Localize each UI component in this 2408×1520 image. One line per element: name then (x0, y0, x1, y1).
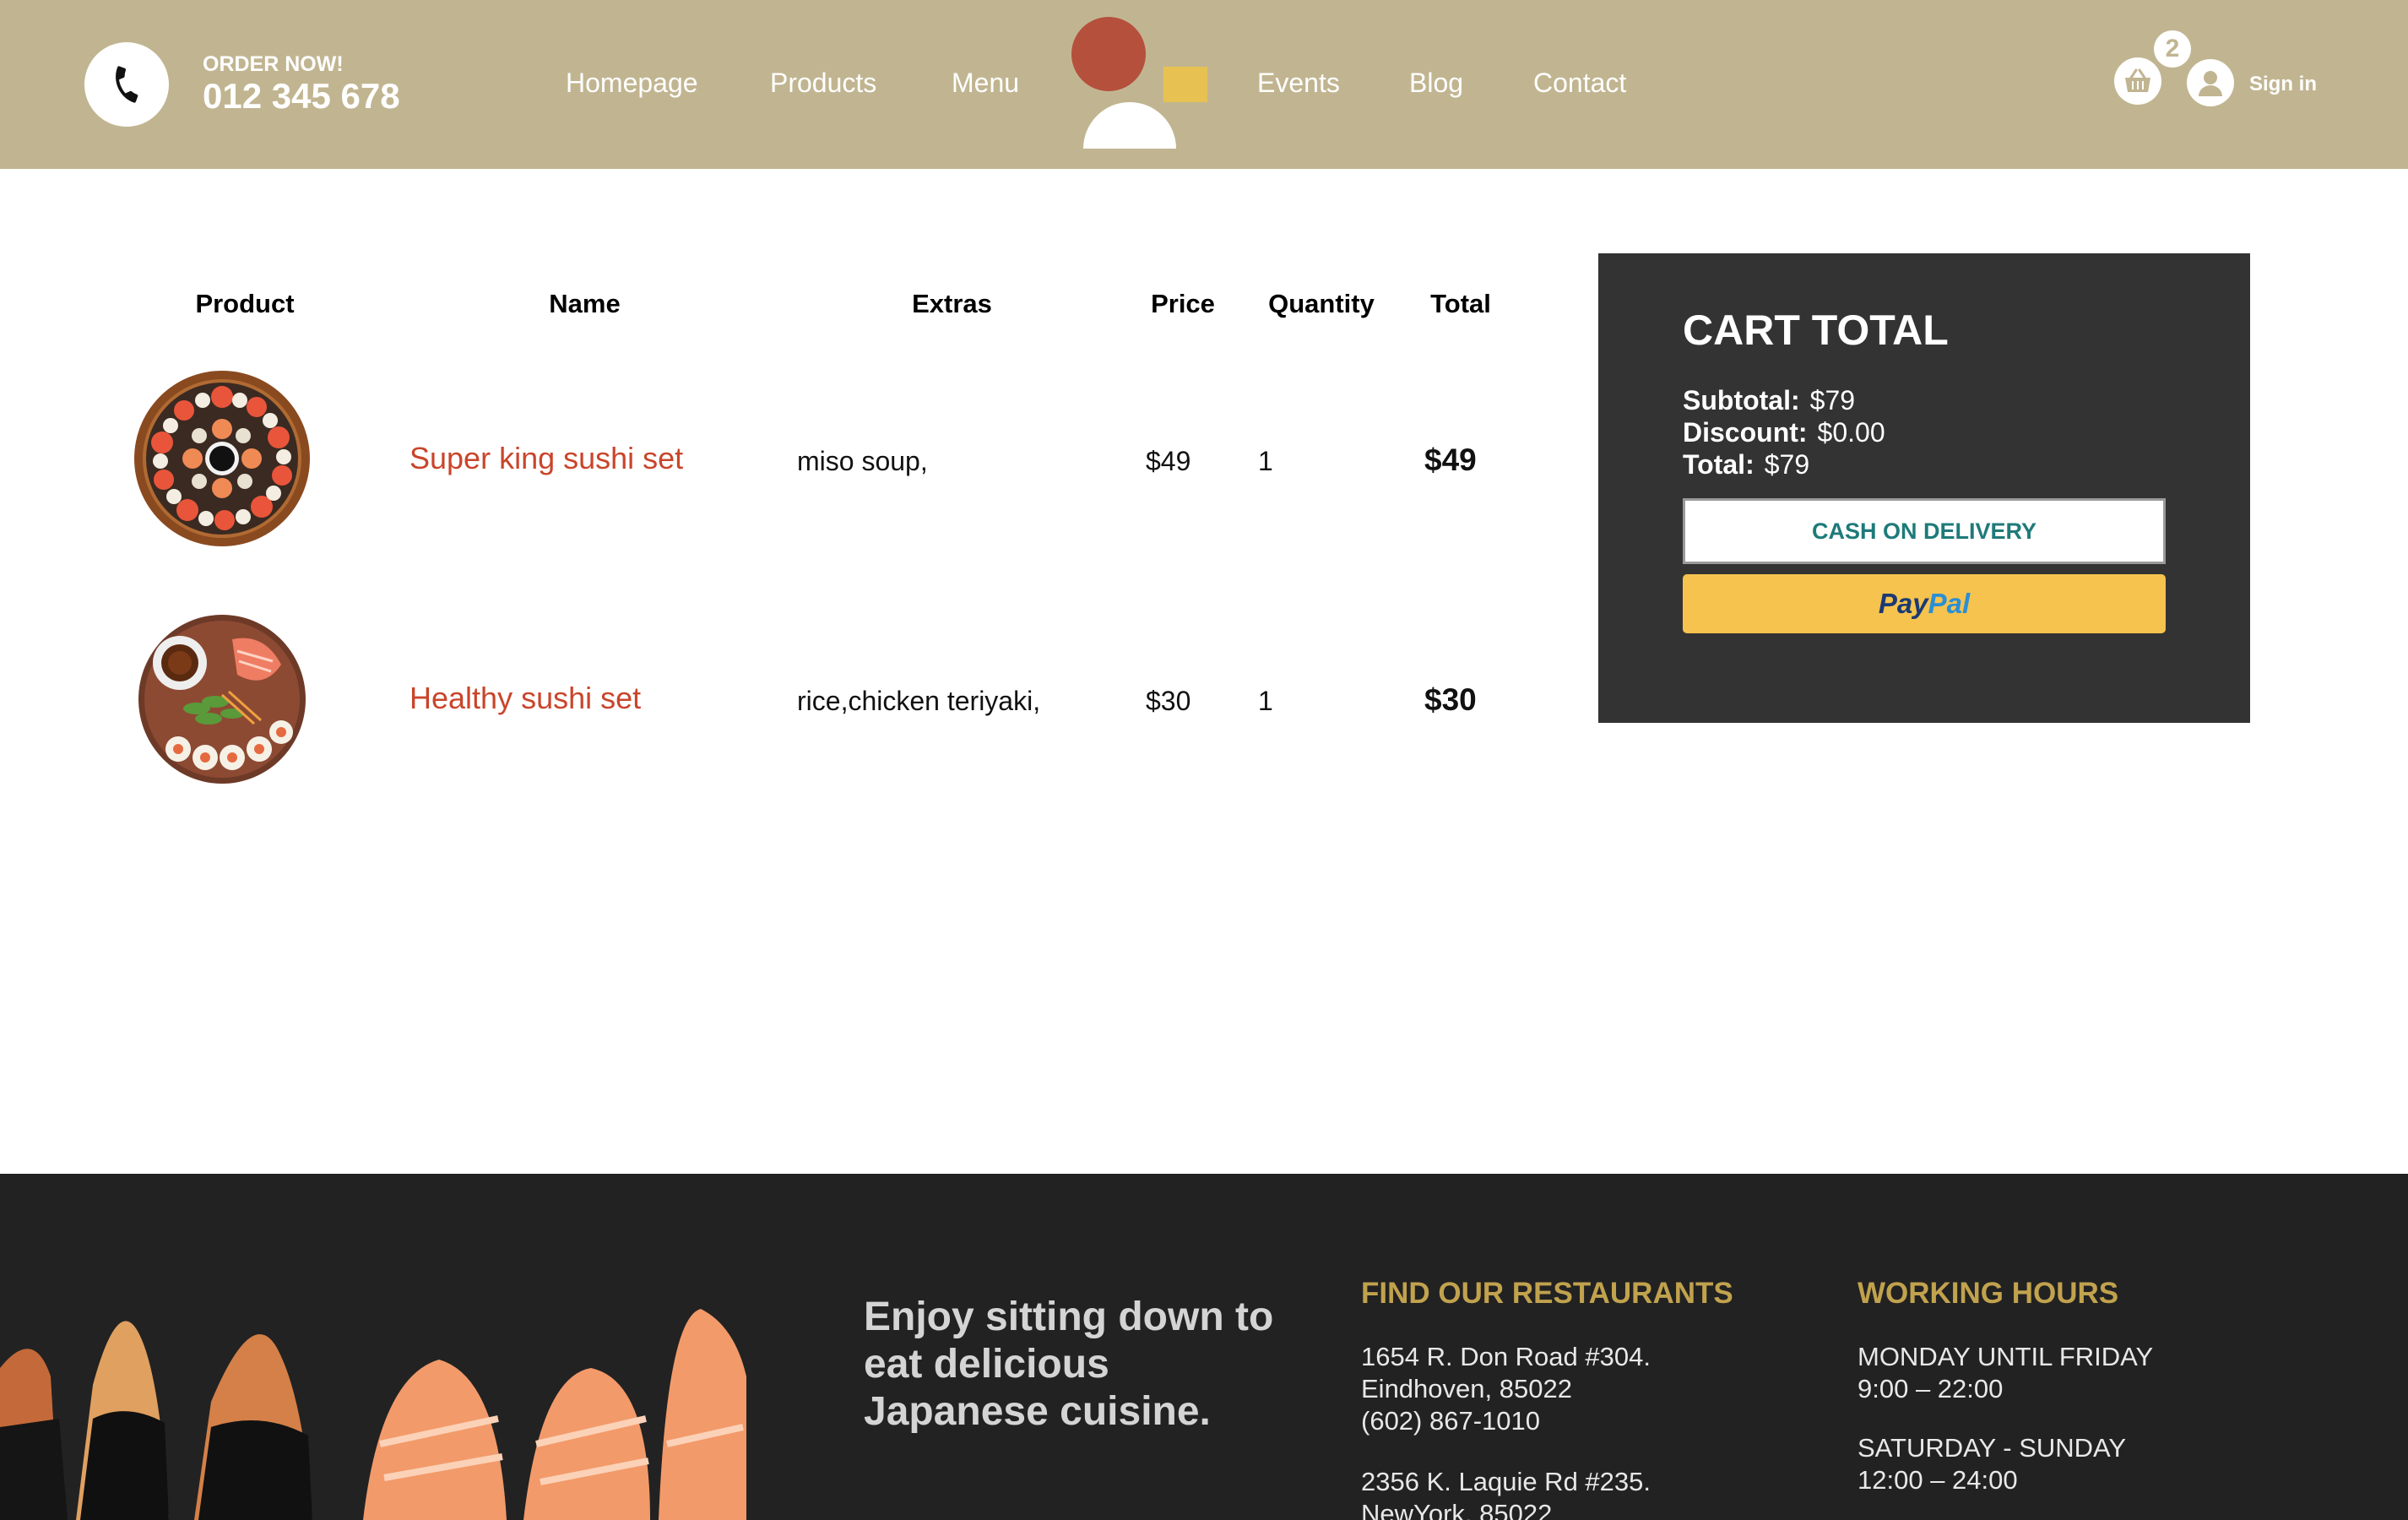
subtotal-label: Subtotal: (1683, 385, 1800, 415)
sushi-platter-image (134, 371, 310, 546)
discount-row: Discount: $0.00 (1683, 417, 1885, 448)
address-line: NewYork, 85022 (1361, 1499, 1553, 1520)
item-total: $49 (1424, 442, 1477, 477)
item-name-link[interactable]: Super king sushi set (409, 441, 683, 476)
hours-days: MONDAY UNTIL FRIDAY (1858, 1342, 2154, 1371)
site-footer: Enjoy sitting down to eat delicious Japa… (0, 1174, 2408, 1520)
discount-label: Discount: (1683, 417, 1808, 448)
footer-slogan: Enjoy sitting down to eat delicious Japa… (864, 1295, 1274, 1434)
cash-on-delivery-button[interactable]: CASH ON DELIVERY (1683, 498, 2166, 564)
total-label: Total: (1683, 449, 1754, 480)
discount-value: $0.00 (1817, 417, 1885, 448)
address-phone: (602) 867-1010 (1361, 1406, 1540, 1436)
hours-days: SATURDAY - SUNDAY (1858, 1433, 2127, 1463)
nav-blog[interactable]: Blog (1409, 68, 1463, 99)
total-row: Total: $79 (1683, 449, 1809, 480)
site-logo[interactable] (1069, 15, 1212, 149)
header-quantity: Quantity (1268, 289, 1375, 318)
subtotal-row: Subtotal: $79 (1683, 385, 1855, 416)
paypal-logo-pay: Pay (1878, 588, 1928, 619)
phone-button[interactable] (84, 42, 169, 127)
item-quantity: 1 (1258, 686, 1273, 716)
restaurants-heading: FIND OUR RESTAURANTS (1361, 1277, 1733, 1310)
user-icon (2199, 71, 2222, 96)
hours-weekday: MONDAY UNTIL FRIDAY 9:00 – 22:00 (1858, 1341, 2153, 1405)
hours-time: 12:00 – 24:00 (1858, 1465, 2018, 1495)
nav-menu[interactable]: Menu (952, 68, 1019, 99)
hours-time: 9:00 – 22:00 (1858, 1374, 2004, 1403)
working-hours-heading: WORKING HOURS (1858, 1277, 2119, 1310)
total-value: $79 (1764, 449, 1810, 480)
subtotal-value: $79 (1809, 385, 1856, 415)
nav-events[interactable]: Events (1257, 68, 1340, 99)
cart-total-panel: CART TOTAL Subtotal: $79 Discount: $0.00 T… (1598, 253, 2250, 723)
restaurant-address-2: 2356 K. Laquie Rd #235. NewYork, 85022 (1361, 1466, 1651, 1520)
item-name-link[interactable]: Healthy sushi set (409, 681, 641, 716)
hours-weekend: SATURDAY - SUNDAY 12:00 – 24:00 (1858, 1432, 2126, 1496)
item-quantity: 1 (1258, 446, 1273, 476)
item-price: $30 (1146, 686, 1191, 716)
nav-contact[interactable]: Contact (1533, 68, 1626, 99)
header-total: Total (1430, 289, 1491, 318)
phone-icon (116, 66, 138, 103)
order-now-label: ORDER NOW! (203, 52, 344, 76)
sushi-set-image (138, 615, 306, 784)
header-product: Product (195, 289, 295, 318)
header-name: Name (549, 289, 621, 318)
address-line: Eindhoven, 85022 (1361, 1374, 1572, 1403)
order-phone-number[interactable]: 012 345 678 (203, 76, 400, 117)
sushi-footer-image (0, 1275, 746, 1520)
item-extras: miso soup, (797, 446, 928, 476)
header-price: Price (1151, 289, 1215, 318)
user-button[interactable] (2187, 59, 2234, 106)
cart-count-badge: 2 (2154, 30, 2191, 68)
header-extras: Extras (912, 289, 992, 318)
item-price: $49 (1146, 446, 1191, 476)
item-extras: rice,chicken teriyaki, (797, 686, 1041, 716)
cart-button[interactable] (2114, 57, 2161, 105)
signin-link[interactable]: Sign in (2249, 73, 2317, 96)
address-line: 1654 R. Don Road #304. (1361, 1342, 1651, 1371)
paypal-button[interactable]: Pay Pal (1683, 574, 2166, 633)
site-header: ORDER NOW! 012 345 678 Homepage Products… (0, 0, 2408, 169)
basket-icon (2125, 68, 2150, 92)
cart-total-title: CART TOTAL (1683, 307, 1949, 354)
item-total: $30 (1424, 682, 1477, 717)
nav-products[interactable]: Products (770, 68, 876, 99)
address-line: 2356 K. Laquie Rd #235. (1361, 1467, 1651, 1496)
paypal-logo-pal: Pal (1928, 588, 1971, 619)
nav-homepage[interactable]: Homepage (566, 68, 698, 99)
restaurant-address-1: 1654 R. Don Road #304. Eindhoven, 85022 … (1361, 1341, 1651, 1437)
